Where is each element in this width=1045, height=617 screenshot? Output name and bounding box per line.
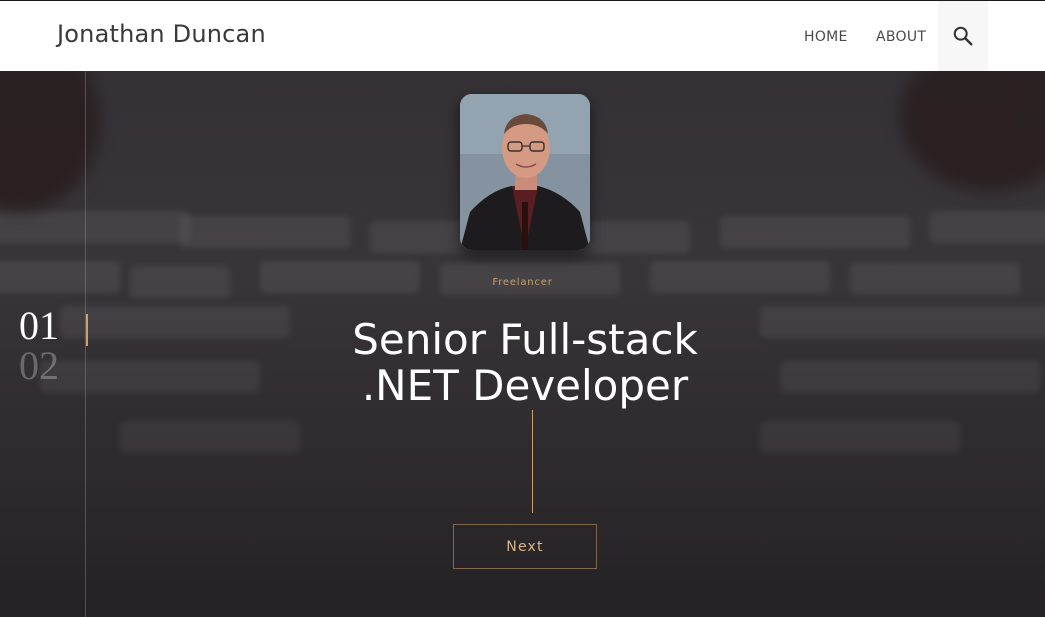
search-button[interactable] bbox=[938, 1, 988, 71]
divider-line bbox=[532, 410, 533, 513]
profile-photo bbox=[460, 94, 590, 250]
slide-indicator-01[interactable]: 01 bbox=[19, 306, 59, 346]
site-brand-link[interactable]: Jonathan Duncan bbox=[57, 20, 266, 48]
headline-line-2: .NET Developer bbox=[361, 361, 689, 410]
slide-indicator-02[interactable]: 02 bbox=[19, 346, 59, 386]
hero-slider: Freelancer Senior Full-stack .NET Develo… bbox=[0, 71, 1045, 617]
role-label: Freelancer bbox=[492, 277, 553, 288]
headline-line-1: Senior Full-stack bbox=[352, 315, 698, 364]
search-icon bbox=[953, 26, 973, 46]
nav-about-link[interactable]: ABOUT bbox=[876, 29, 926, 45]
hero-headline: Senior Full-stack .NET Developer bbox=[300, 317, 750, 409]
site-header: Jonathan Duncan HOME ABOUT bbox=[0, 0, 1045, 71]
next-button[interactable]: Next bbox=[453, 524, 597, 569]
active-slide-marker bbox=[86, 314, 88, 346]
nav-home-link[interactable]: HOME bbox=[804, 29, 848, 45]
